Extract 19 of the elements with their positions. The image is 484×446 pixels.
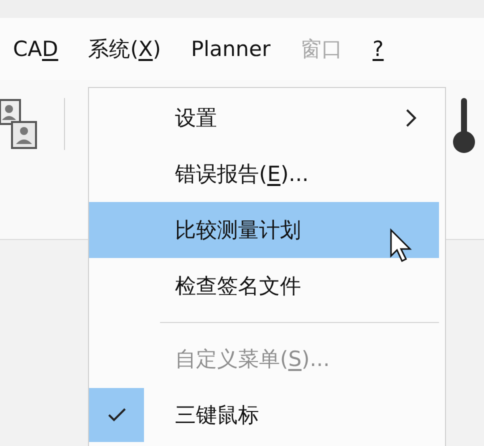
menu-item[interactable]: 比较测量计划 <box>89 202 439 258</box>
mouse-pointer-icon <box>389 228 413 264</box>
menu-item[interactable]: 设置 <box>89 90 445 146</box>
menu-bar-item[interactable]: Planner <box>176 18 286 80</box>
menu-item-label: 三键鼠标 <box>175 402 259 429</box>
menu-bar-item[interactable]: 系统(X) <box>73 18 176 80</box>
menu-item-label: 自定义菜单(S)... <box>175 346 330 373</box>
menu-item-label: 设置 <box>175 105 217 132</box>
menu-bar-item[interactable]: ? <box>358 18 399 80</box>
menu-item-label: 检查签名文件 <box>175 273 301 300</box>
portraits-icon[interactable] <box>0 98 38 150</box>
menu-item-label: 比较测量计划 <box>175 217 301 244</box>
thermometer-icon[interactable] <box>452 98 476 154</box>
menu-item[interactable]: 检查签名文件 <box>89 258 445 314</box>
menu-item[interactable]: 错误报告(E)... <box>89 146 445 202</box>
menu-bar-item[interactable]: CAD <box>0 18 74 80</box>
menu-item-label: 错误报告(E)... <box>175 161 309 188</box>
menu-item[interactable]: 三键鼠标 <box>89 387 445 443</box>
checkmark-icon <box>106 407 126 423</box>
